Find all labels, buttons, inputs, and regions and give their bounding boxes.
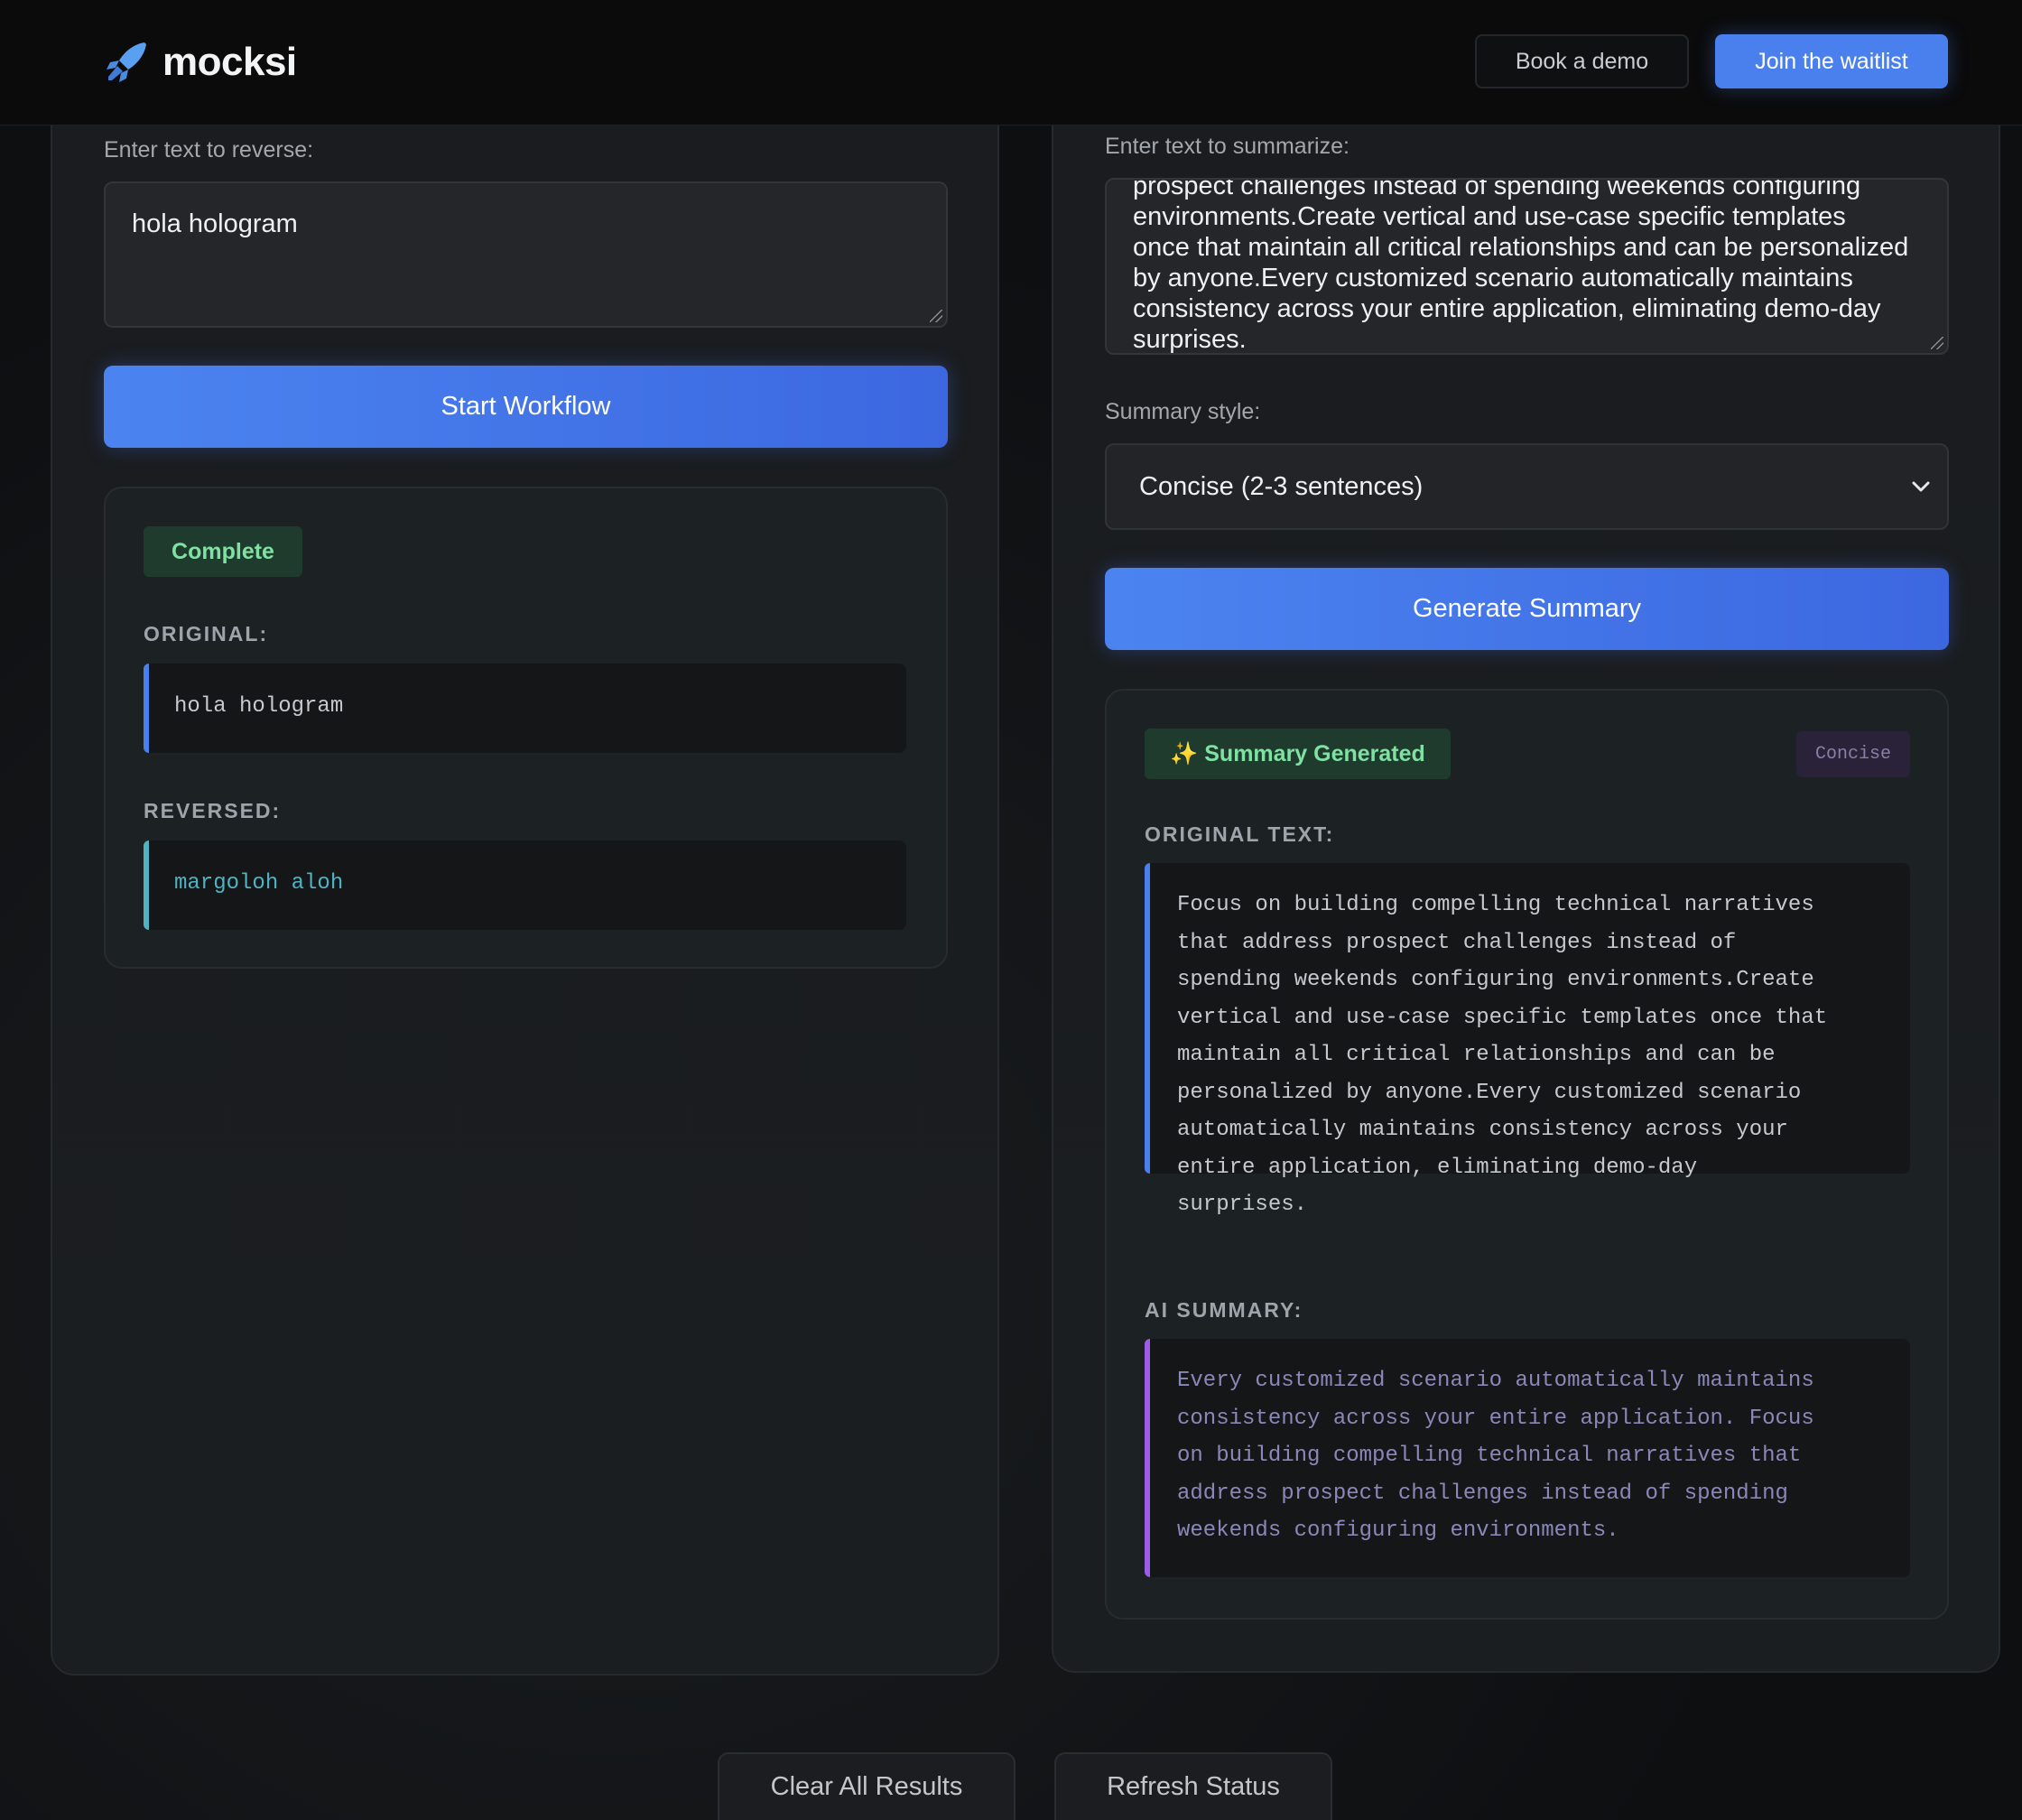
summary-status-badge: ✨ Summary Generated [1145,729,1451,779]
chevron-down-icon [1912,481,1930,492]
accent-bar [144,664,149,753]
reversed-output-box: margoloh aloh [144,840,906,930]
clear-all-results-button[interactable]: Clear All Results [718,1752,1016,1820]
input-line: surprises. [1133,325,1247,354]
reverse-input-label: Enter text to reverse: [104,137,314,162]
top-nav-bar: mocksi Book a demo Join the waitlist [0,0,2022,125]
refresh-status-button[interactable]: Refresh Status [1054,1752,1332,1820]
text-line: Focus on building compelling technical n… [1177,893,1814,917]
start-workflow-button[interactable]: Start Workflow [104,366,948,448]
text-line: address prospect challenges instead of s… [1177,1481,1788,1506]
text-line: personalized by anyone.Every customized … [1177,1080,1802,1105]
accent-bar [144,840,149,930]
generate-summary-button[interactable]: Generate Summary [1105,568,1949,650]
accent-bar [1145,1339,1150,1577]
input-line: prospect challenges instead of spending … [1133,178,1861,200]
brand-name: mocksi [162,40,297,84]
text-line: on building compelling technical narrati… [1177,1444,1802,1468]
input-line: once that maintain all critical relation… [1133,233,1909,262]
reversed-output-value: margoloh aloh [174,871,344,896]
input-line: consistency across your entire applicati… [1133,294,1881,323]
summary-input-value: prospect challenges instead of spending … [1133,178,1927,354]
reverse-result-card: Complete ORIGINAL: hola hologram REVERSE… [104,487,948,969]
summary-input-label: Enter text to summarize: [1105,134,1350,159]
text-line: spending weekends configuring environmen… [1177,968,1814,992]
input-line: environments.Create vertical and use-cas… [1133,202,1846,231]
ai-summary-value: Every customized scenario automatically … [1177,1362,1814,1550]
summary-text-input[interactable]: prospect challenges instead of spending … [1105,178,1949,355]
text-line: automatically maintains consistency acro… [1177,1118,1788,1142]
summary-mode-badge: Concise [1796,731,1910,777]
reverse-workflow-panel: Enter text to reverse: hola hologram Sta… [51,54,999,1676]
status-badge: Complete [144,526,302,577]
original-heading: ORIGINAL: [144,622,269,645]
summary-result-card: ✨ Summary Generated Concise ORIGINAL TEX… [1105,689,1949,1620]
ai-summary-heading: AI SUMMARY: [1145,1298,1303,1322]
original-output-value: hola hologram [174,694,344,719]
resize-handle-icon[interactable] [1931,337,1943,349]
reversed-heading: REVERSED: [144,799,282,822]
brand-logo[interactable]: mocksi [103,36,297,88]
text-line: consistency across your entire applicati… [1177,1406,1814,1431]
original-text-box: Focus on building compelling technical n… [1145,863,1910,1217]
accent-bar [1145,863,1150,1174]
text-line: that address prospect challenges instead… [1177,930,1737,955]
summary-workflow-panel: Enter text to summarize: prospect challe… [1052,54,2000,1673]
text-line: entire application, eliminating demo-day [1177,1155,1698,1180]
original-output-box: hola hologram [144,664,906,753]
text-line: maintain all critical relationships and … [1177,1043,1776,1067]
ai-summary-box: Every customized scenario automatically … [1145,1339,1910,1577]
reverse-input-value: hola hologram [132,209,298,238]
text-line: vertical and use-case specific templates… [1177,1005,1828,1030]
original-text-value: Focus on building compelling technical n… [1177,887,1827,1224]
text-line: weekends configuring environments. [1177,1518,1619,1543]
summary-style-label: Summary style: [1105,399,1261,424]
text-line: surprises. [1177,1193,1308,1217]
input-line: by anyone.Every customized scenario auto… [1133,264,1853,292]
book-demo-button[interactable]: Book a demo [1475,34,1689,88]
summary-style-select[interactable]: Concise (2-3 sentences) [1105,443,1949,530]
join-waitlist-button[interactable]: Join the waitlist [1715,34,1948,88]
rocket-icon [107,42,146,82]
reverse-text-input[interactable]: hola hologram [104,181,948,328]
resize-handle-icon[interactable] [930,310,942,322]
summary-style-value: Concise (2-3 sentences) [1139,472,1424,501]
text-line: Every customized scenario automatically … [1177,1369,1814,1393]
original-text-heading: ORIGINAL TEXT: [1145,822,1335,846]
